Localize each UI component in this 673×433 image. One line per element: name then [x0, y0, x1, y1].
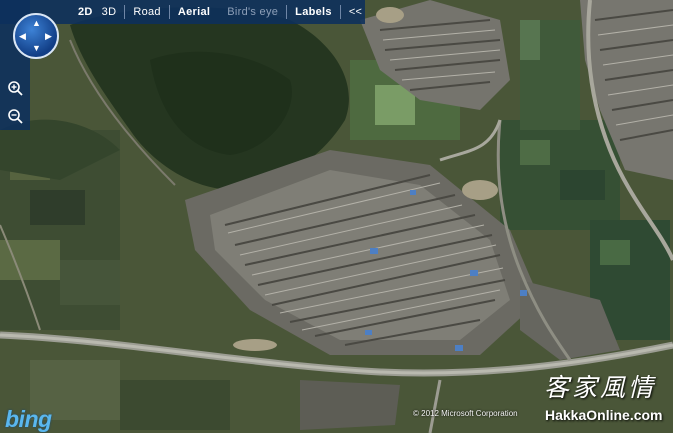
map-toolbar: 2D 3D Road Aerial Bird's eye Labels <<	[0, 0, 365, 24]
watermark-chinese-text: 客家風情	[544, 373, 657, 402]
aerial-view-button[interactable]: Aerial	[178, 6, 210, 18]
road-view-button[interactable]: Road	[133, 6, 161, 18]
birds-eye-view-button[interactable]: Bird's eye	[227, 6, 278, 18]
divider	[124, 5, 126, 19]
labels-toggle-button[interactable]: Labels	[295, 6, 332, 18]
pan-right-arrow-icon[interactable]: ▶	[45, 32, 52, 41]
collapse-toolbar-button[interactable]: <<	[349, 6, 362, 18]
watermark-url: HakkaOnline.com	[545, 407, 663, 423]
divider	[286, 5, 288, 19]
bing-logo: bing	[5, 406, 52, 432]
pan-down-arrow-icon[interactable]: ▼	[32, 44, 41, 53]
pan-up-arrow-icon[interactable]: ▲	[32, 19, 41, 28]
compass-pan-icon[interactable]: ▲ ▼ ◀ ▶	[13, 13, 59, 59]
divider	[168, 5, 170, 19]
copyright-notice: © 2012 Microsoft Corporation	[413, 409, 518, 418]
divider	[339, 5, 341, 19]
divider	[218, 5, 219, 19]
view-3d-button[interactable]: 3D	[102, 6, 117, 18]
zoom-out-icon[interactable]	[5, 106, 25, 126]
zoom-in-icon[interactable]	[5, 78, 25, 98]
view-2d-button[interactable]: 2D	[78, 6, 93, 18]
pan-left-arrow-icon[interactable]: ◀	[19, 32, 26, 41]
